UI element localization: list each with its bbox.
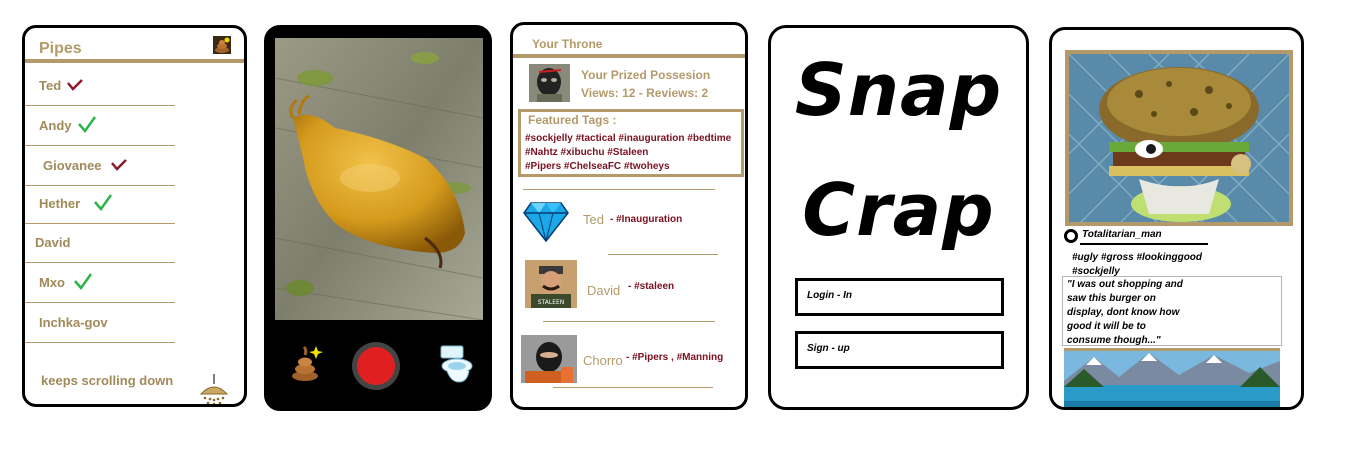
entry-name[interactable]: Chorro	[583, 353, 623, 368]
entry-tags[interactable]: - #Pipers , #Manning	[626, 352, 723, 363]
user-icon[interactable]	[1064, 229, 1078, 243]
contact-name: Giovanee	[43, 158, 102, 173]
poop-sparkle-icon[interactable]	[290, 344, 324, 382]
caption-line: consume though..."	[1067, 335, 1161, 346]
post-image[interactable]	[1065, 50, 1293, 226]
svg-text:STALEEN: STALEEN	[538, 299, 565, 306]
divider	[553, 387, 713, 388]
contact-name: Hether	[39, 196, 81, 211]
contact-name: Mxo	[39, 275, 65, 290]
next-post-image[interactable]	[1064, 348, 1280, 407]
contact-item[interactable]: Giovanee	[25, 148, 175, 186]
header-divider	[25, 59, 244, 63]
contact-name: Inchka-gov	[39, 315, 108, 330]
post-screen: Totalitarian_man #ugly #gross #lookinggo…	[1049, 27, 1304, 410]
entry-avatar[interactable]	[521, 335, 577, 383]
checkmark-icon	[94, 194, 113, 212]
entry-tags[interactable]: - #Inauguration	[610, 214, 682, 225]
throne-title: Your Throne	[532, 37, 603, 51]
caption-box: "I was out shopping and saw this burger …	[1062, 276, 1282, 346]
checkmark-icon	[78, 116, 97, 134]
login-button-label: Login - In	[807, 290, 852, 301]
contact-item[interactable]: Mxo	[25, 265, 175, 303]
signup-button-label: Sign - up	[807, 343, 850, 354]
prize-stats: Views: 12 - Reviews: 2	[581, 86, 709, 100]
featured-tags-line[interactable]: #Nahtz #xibuchu #Staleen	[525, 147, 648, 158]
caption-line: good it will be to	[1067, 321, 1146, 332]
featured-tags-line[interactable]: #Pipers #ChelseaFC #twoheys	[525, 161, 670, 172]
checkmark-icon	[67, 79, 83, 91]
toilet-icon[interactable]	[437, 344, 475, 384]
checkmark-icon	[111, 159, 127, 171]
contact-item[interactable]: David	[25, 225, 175, 263]
header-divider	[513, 54, 745, 58]
app-logo-line2: Crap	[802, 168, 995, 252]
divider	[608, 254, 718, 255]
camera-viewfinder	[275, 38, 483, 320]
contact-item[interactable]: Inchka-gov	[25, 305, 175, 343]
signup-button[interactable]: Sign - up	[795, 331, 1004, 369]
featured-tags-box: Featured Tags : #sockjelly #tactical #in…	[518, 109, 744, 177]
divider	[523, 189, 715, 190]
entry-tags[interactable]: - #staleen	[628, 281, 674, 292]
post-tags[interactable]: #ugly #gross #lookinggood	[1072, 252, 1202, 263]
login-button[interactable]: Login - In	[795, 278, 1004, 316]
featured-tags-label: Featured Tags :	[528, 113, 617, 127]
contact-name: David	[35, 235, 71, 250]
app-logo-line1: Snap	[794, 48, 1003, 132]
prize-label: Your Prized Possesion	[581, 68, 711, 82]
record-button-icon[interactable]	[351, 341, 401, 391]
entry-name[interactable]: David	[587, 283, 620, 298]
login-screen: Snap Crap Login - In Sign - up	[768, 25, 1029, 410]
throne-screen: Your Throne Your Prized Possesion Views:…	[510, 22, 748, 410]
divider	[543, 321, 715, 322]
checkmark-icon	[74, 273, 93, 291]
contact-item[interactable]: Hether	[25, 186, 175, 224]
post-username[interactable]: Totalitarian_man	[1082, 229, 1162, 240]
caption-line: display, dont know how	[1067, 307, 1180, 318]
slug-photo	[275, 38, 483, 320]
entry-name[interactable]: Ted	[583, 212, 604, 227]
scroll-hint: keeps scrolling down	[41, 373, 174, 388]
pipes-title: Pipes	[39, 40, 82, 57]
diamond-icon	[523, 199, 569, 243]
contact-item[interactable]: Andy	[25, 108, 175, 146]
contact-name: Ted	[39, 78, 62, 93]
shower-icon	[199, 374, 229, 404]
profile-avatar[interactable]	[529, 64, 570, 102]
contact-item[interactable]: Ted	[25, 68, 175, 106]
contact-name: Andy	[39, 118, 72, 133]
caption-line: "I was out shopping and	[1067, 279, 1183, 290]
caption-line: saw this burger on	[1067, 293, 1156, 304]
camera-screen	[264, 25, 492, 411]
entry-avatar[interactable]: STALEEN	[525, 260, 577, 308]
username-underline	[1080, 243, 1208, 245]
pipes-screen: Pipes Ted Andy Giovanee Hether David Mxo Inchk…	[22, 25, 247, 407]
featured-tags-line[interactable]: #sockjelly #tactical #inauguration #bedt…	[525, 133, 731, 144]
poop-icon[interactable]	[213, 36, 231, 54]
